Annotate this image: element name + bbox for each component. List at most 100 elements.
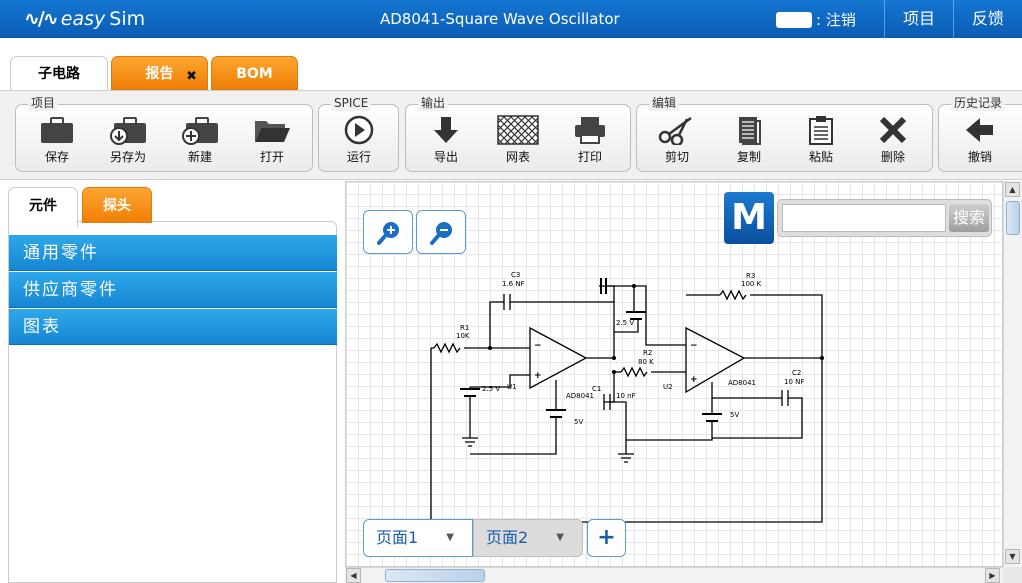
label-r2-value: 80 K (638, 358, 654, 366)
capacitor-c3 (503, 294, 511, 310)
label-ref-u2: 2.5 V (616, 319, 634, 327)
tab-probes[interactable]: 探头 (82, 187, 152, 223)
label-supply-u2: 5V (730, 411, 739, 419)
node-dot (632, 284, 636, 288)
resistor-r3 (719, 289, 747, 301)
tab-report[interactable]: 报告 ✖ (111, 56, 208, 90)
save-button[interactable]: 保存 (27, 115, 87, 171)
tab-components[interactable]: 元件 (8, 187, 78, 227)
tab-report-label: 报告 (145, 66, 174, 82)
vertical-scrollbar[interactable]: ▲ ▼ (1003, 181, 1022, 567)
save-as-button[interactable]: 另存为 (98, 115, 158, 171)
label-r1-value: 10K (456, 332, 470, 340)
logo-wave-icon: ∿∕∿ (24, 8, 59, 30)
page-tab-1[interactable]: 页面1 ▼ (363, 519, 473, 557)
horizontal-scrollbar[interactable]: ◀ ▶ (345, 567, 1003, 583)
run-button[interactable]: 运行 (329, 115, 389, 171)
part-search: 搜索 (777, 199, 992, 237)
mouser-logo[interactable]: M (724, 192, 774, 244)
ground-1 (462, 437, 478, 447)
delete-label: 删除 (880, 150, 905, 164)
tab-bom[interactable]: BOM (211, 56, 298, 90)
chevron-down-icon[interactable]: ▼ (446, 520, 454, 556)
category-charts[interactable]: 图表 (9, 309, 337, 345)
label-c1-value: 10 nF (616, 392, 636, 400)
arrow-down-icon (434, 117, 458, 143)
node-dot (488, 346, 492, 350)
save-as-icon (110, 117, 146, 145)
page-tab-2[interactable]: 页面2 ▼ (473, 519, 583, 557)
category-generic-parts[interactable]: 通用零件 (9, 235, 337, 271)
save-label: 保存 (44, 150, 69, 164)
new-button[interactable]: 新建 (170, 115, 230, 171)
group-label-edit: 编辑 (649, 96, 680, 111)
toolbar-group-history: 历史记录 撤销 (938, 96, 1022, 172)
nav-projects[interactable]: 项目 (883, 0, 953, 38)
group-label-project: 项目 (28, 96, 59, 111)
label-c3-value: 1.6 NF (502, 280, 525, 288)
toolbar-group-edit: 编辑 剪切 复制 粘贴 删除 (636, 96, 933, 172)
category-vendor-parts[interactable]: 供应商零件 (9, 272, 337, 308)
print-button[interactable]: 打印 (560, 115, 620, 171)
zoom-out-button[interactable] (416, 210, 466, 254)
netlist-button[interactable]: 网表 (488, 115, 548, 171)
zoom-in-icon (377, 222, 399, 245)
easysim-logo[interactable]: ∿∕∿ easy Sim (24, 8, 145, 30)
folder-open-icon (255, 121, 290, 142)
schematic-canvas[interactable]: C3 1.6 NF R1 10K R3 100 K R2 80 K C1 10 … (345, 181, 1003, 567)
export-button[interactable]: 导出 (416, 115, 476, 171)
top-nav: 项目 反馈 (883, 0, 1022, 38)
horizontal-scroll-thumb[interactable] (385, 569, 485, 582)
paste-button[interactable]: 粘贴 (791, 115, 851, 171)
cut-label: 剪切 (664, 150, 689, 164)
scroll-right-icon[interactable]: ▶ (985, 568, 1000, 583)
capacitor-c2 (781, 390, 789, 406)
clipboard-icon (809, 116, 833, 145)
battery-u1-supply (546, 409, 566, 418)
label-supply-u1: 5V (574, 418, 583, 426)
toolbar-group-output: 输出 导出 网表 打印 (405, 96, 631, 172)
scroll-down-icon[interactable]: ▼ (1005, 549, 1020, 564)
user-block: : 注销 (776, 9, 856, 30)
nav-feedback[interactable]: 反馈 (952, 0, 1022, 38)
scroll-up-icon[interactable]: ▲ (1005, 182, 1020, 197)
group-label-spice: SPICE (331, 96, 372, 111)
new-icon (182, 117, 218, 145)
label-u2: U2 (663, 383, 673, 391)
run-label: 运行 (346, 150, 371, 164)
search-button[interactable]: 搜索 (949, 204, 989, 232)
label-c2-value: 10 NF (784, 378, 804, 386)
delete-button[interactable]: 删除 (863, 115, 923, 171)
zoom-out-icon (430, 222, 452, 245)
copy-button[interactable]: 复制 (719, 115, 779, 171)
battery-u1-ref (460, 388, 480, 397)
label-r1-name: R1 (460, 324, 469, 332)
tab-subcircuit[interactable]: 子电路 (10, 56, 108, 92)
export-label: 导出 (433, 150, 458, 164)
svg-text:+: + (534, 371, 542, 381)
toolbar: 项目 保存 另存为 新建 打开 SPICE 运行 输出 导出 网表 打印 编辑 … (0, 90, 1022, 180)
node-dot (820, 356, 824, 360)
svg-text:+: + (690, 375, 698, 385)
vertical-scroll-thumb[interactable] (1006, 201, 1020, 235)
scroll-left-icon[interactable]: ◀ (346, 568, 361, 583)
logo-text: easy (60, 8, 106, 30)
search-input[interactable] (782, 204, 946, 232)
label-ref-u1: 2.5 V (482, 385, 500, 393)
zoom-in-button[interactable] (363, 210, 413, 254)
undo-button[interactable]: 撤销 (950, 115, 1010, 171)
scissors-icon (658, 116, 692, 145)
open-button[interactable]: 打开 (242, 115, 302, 171)
logo-text-strong: Sim (109, 8, 146, 30)
label-u1: U1 (507, 383, 517, 391)
close-icon[interactable]: ✖ (186, 60, 197, 94)
add-page-button[interactable]: + (587, 519, 626, 557)
chevron-down-icon[interactable]: ▼ (556, 520, 564, 556)
label-r3-value: 100 K (741, 280, 762, 288)
ground-2 (618, 453, 634, 463)
save-as-label: 另存为 (109, 150, 146, 164)
logout-link[interactable]: : 注销 (816, 9, 856, 30)
play-icon (344, 115, 374, 145)
label-c2-name: C2 (792, 369, 801, 377)
cut-button[interactable]: 剪切 (647, 115, 707, 171)
